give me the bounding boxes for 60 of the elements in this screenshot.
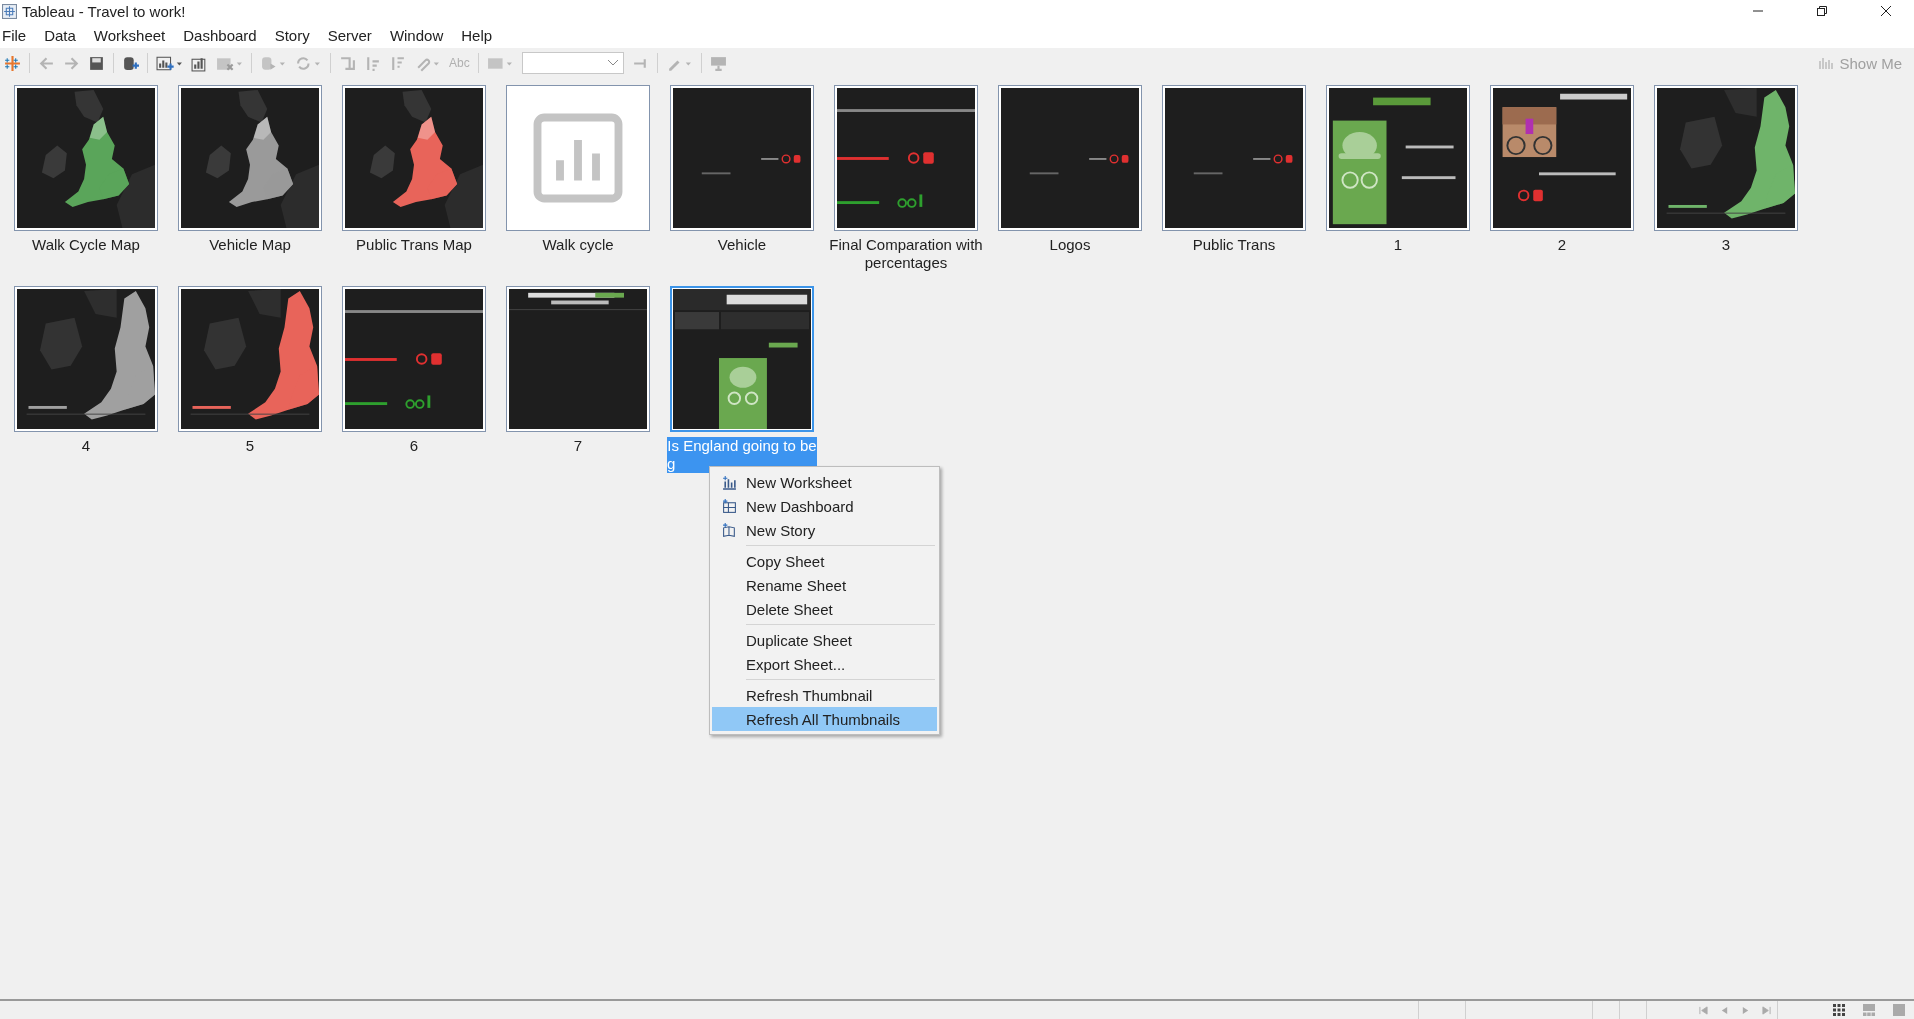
sheet-label[interactable]: 6	[334, 437, 494, 455]
sheet-label[interactable]: Final Comparation with percentages	[826, 236, 986, 272]
last-page-icon[interactable]	[1762, 1005, 1771, 1015]
presentation-icon[interactable]	[709, 54, 727, 72]
sheet-label[interactable]: 1	[1318, 236, 1478, 254]
worksheet-icon	[721, 474, 737, 490]
menu-option[interactable]: Duplicate Sheet	[712, 628, 937, 652]
new-worksheet-icon[interactable]	[156, 54, 183, 72]
sheet-label[interactable]: Logos	[990, 236, 1150, 254]
story-icon	[721, 522, 737, 538]
sort-ascending-icon[interactable]	[364, 54, 381, 72]
bar-chart-icon	[533, 113, 623, 203]
sort-descending-icon[interactable]	[389, 54, 406, 72]
menu-option[interactable]: Rename Sheet	[712, 573, 937, 597]
restore-icon[interactable]	[1816, 5, 1828, 17]
sheet-label[interactable]: Walk cycle	[498, 236, 658, 254]
menu-item[interactable]: Data	[44, 26, 76, 44]
close-icon[interactable]	[1880, 5, 1892, 17]
sheet-label[interactable]: Vehicle	[662, 236, 822, 254]
menu-item[interactable]: Window	[389, 26, 444, 44]
menu-option[interactable]: Export Sheet...	[712, 652, 937, 676]
refresh-icon[interactable]	[295, 54, 322, 72]
sheet-label[interactable]: Public Trans	[1154, 236, 1314, 254]
grid-view-icon[interactable]	[1833, 1004, 1845, 1016]
next-icon[interactable]	[1741, 1005, 1750, 1015]
logo-icon[interactable]	[4, 54, 21, 72]
previous-icon[interactable]	[1720, 1005, 1729, 1015]
menu-item[interactable]: Help	[461, 26, 493, 44]
sheet-label[interactable]: Vehicle Map	[170, 236, 330, 254]
menu-option[interactable]: Refresh Thumbnail	[712, 683, 937, 707]
sheet-thumbnail[interactable]	[506, 85, 650, 231]
sheet-label[interactable]: 2	[1482, 236, 1642, 254]
dashboard-icon	[721, 498, 737, 514]
menu-item[interactable]: Server	[327, 26, 372, 44]
app-icon	[2, 3, 17, 19]
menu-option[interactable]: New Worksheet	[712, 470, 937, 494]
menu-option[interactable]: New Dashboard	[712, 494, 937, 518]
menu-option[interactable]: Copy Sheet	[712, 549, 937, 573]
first-page-icon[interactable]	[1699, 1005, 1708, 1015]
sheet-label[interactable]: Public Trans Map	[334, 236, 494, 254]
menu-item[interactable]: Dashboard	[183, 26, 257, 44]
sheet-label[interactable]: 3	[1646, 236, 1806, 254]
sheet-label[interactable]: 5	[170, 437, 330, 455]
swap-icon[interactable]	[339, 54, 356, 72]
menu-option[interactable]: New Story	[712, 518, 937, 542]
database-icon[interactable]	[122, 54, 139, 72]
window-title: Tableau - Travel to work!	[22, 2, 186, 20]
chevron-icon	[606, 59, 619, 67]
sheet-label[interactable]: 4	[6, 437, 166, 455]
save-icon[interactable]	[88, 54, 105, 72]
menu-item[interactable]: Story	[274, 26, 310, 44]
sheet-label[interactable]: Walk Cycle Map	[6, 236, 166, 254]
bar-chart-icon	[1818, 57, 1835, 69]
menu-option[interactable]: Delete Sheet	[712, 597, 937, 621]
menu-item[interactable]: File	[2, 26, 27, 44]
menu-option[interactable]: Refresh All Thumbnails	[712, 707, 937, 731]
menu-item[interactable]: Worksheet	[93, 26, 166, 44]
run-icon[interactable]	[260, 54, 287, 72]
sheet-label[interactable]: 7	[498, 437, 658, 455]
filmstrip-view-icon[interactable]	[1863, 1004, 1875, 1016]
